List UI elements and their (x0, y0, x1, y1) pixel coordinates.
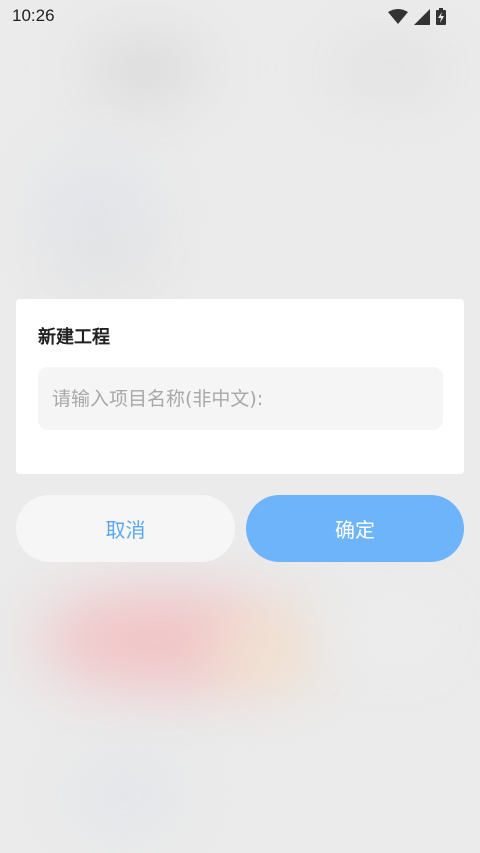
confirm-button[interactable]: 确定 (246, 495, 464, 562)
wifi-icon (388, 8, 408, 29)
status-bar: 10:26 (0, 0, 480, 34)
background-blur (210, 610, 320, 690)
background-blur (330, 600, 450, 660)
status-icons (388, 8, 446, 29)
background-blur (60, 240, 150, 280)
battery-charging-icon (436, 8, 446, 29)
screen: 10:26 新建工程 取消 确 (0, 0, 480, 853)
new-project-dialog: 新建工程 (16, 299, 464, 474)
status-time: 10:26 (12, 6, 55, 25)
background-blur (70, 760, 180, 830)
project-name-input[interactable] (38, 367, 443, 430)
background-blur (330, 50, 450, 90)
background-blur (90, 40, 200, 100)
dialog-title: 新建工程 (38, 327, 110, 348)
cancel-button[interactable]: 取消 (16, 495, 235, 562)
signal-icon (414, 8, 430, 29)
